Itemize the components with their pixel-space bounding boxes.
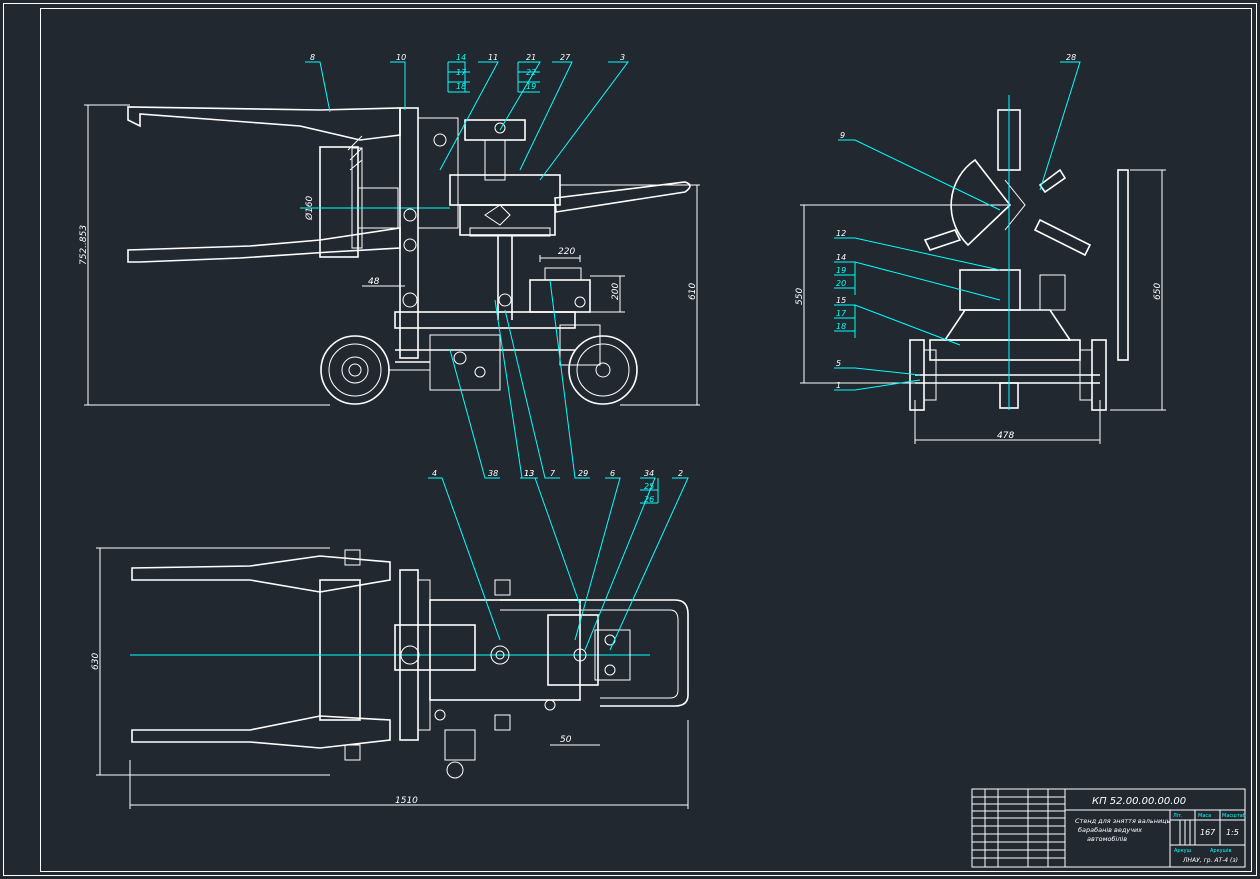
callout-10: 10: [396, 53, 406, 62]
dim-side-610: 610: [688, 283, 698, 300]
dim-top-1510: 1510: [395, 796, 418, 806]
tb-scale: Масштаб: [1222, 813, 1246, 819]
dim-200: 200: [611, 283, 621, 300]
tb-lit: Літ.: [1173, 813, 1183, 819]
tb-sheet: Аркуш: [1174, 848, 1192, 854]
drawing-title-3: автомобілів: [1087, 835, 1127, 843]
dim-220: 220: [558, 247, 575, 257]
callout-1: 1: [836, 381, 841, 390]
tb-scale-val: 1:5: [1226, 828, 1239, 837]
callout-34: 34: [644, 469, 654, 478]
drawing-title-2: барабанів ведучих: [1078, 826, 1142, 834]
callout-22: 22: [526, 68, 536, 77]
callout-21: 21: [526, 53, 536, 62]
title-block: КП 52.00.00.00.00 Стенд для зняття вальн…: [971, 788, 1246, 868]
side-view: 752..853 610 220 200 Ø160 48 8 10 14 17 …: [79, 53, 700, 479]
dim-front-650: 650: [1153, 283, 1163, 300]
callout-17f: 17: [836, 309, 847, 318]
top-view: 630 1510 50 4 13 6 34 2 25 26: [91, 469, 689, 809]
callout-9: 9: [840, 131, 845, 140]
dim-top-630: 630: [91, 653, 101, 670]
callout-20: 20: [836, 279, 846, 288]
callout-6: 6: [610, 469, 615, 478]
dim-side-height: 752..853: [79, 225, 89, 265]
callout-14: 14: [456, 53, 466, 62]
tb-mass: Маса: [1198, 813, 1211, 819]
tb-org: ЛНАУ, гр. АТ-4 (з): [1182, 857, 1238, 864]
callout-18f: 18: [836, 322, 846, 331]
callout-19: 19: [526, 82, 536, 91]
callout-28: 28: [1066, 53, 1076, 62]
callout-2: 2: [678, 469, 683, 478]
dim-front-478: 478: [997, 431, 1014, 441]
callout-14f: 14: [836, 253, 846, 262]
callout-27: 27: [560, 53, 571, 62]
callout-26: 26: [644, 495, 654, 504]
callout-17: 17: [456, 68, 467, 77]
front-view: 550 650 478 28 9 12 14 19 20 15 17 18 5 …: [795, 53, 1166, 444]
tb-mass-val: 167: [1200, 828, 1216, 837]
dim-top-50: 50: [560, 735, 572, 745]
drawing-title-1: Стенд для зняття вальниць: [1075, 817, 1171, 825]
callout-3: 3: [620, 53, 625, 62]
drawing-code: КП 52.00.00.00.00: [1092, 796, 1186, 807]
drawing-sheet: 752..853 610 220 200 Ø160 48 8 10 14 17 …: [3, 3, 1257, 876]
callout-12: 12: [836, 229, 846, 238]
callout-15: 15: [836, 296, 846, 305]
callout-8: 8: [310, 53, 315, 62]
callout-13t: 13: [524, 469, 534, 478]
dim-front-550: 550: [795, 288, 805, 305]
dim-dia160: Ø160: [304, 195, 315, 221]
callout-11: 11: [488, 53, 498, 62]
callout-18: 18: [456, 82, 466, 91]
callout-5: 5: [836, 359, 841, 368]
callout-25: 25: [644, 482, 654, 491]
callout-7: 7: [550, 469, 556, 478]
callout-38: 38: [488, 469, 498, 478]
callout-4: 4: [432, 469, 437, 478]
callout-19f: 19: [836, 266, 846, 275]
tb-sheets: Аркушів: [1210, 848, 1232, 854]
callout-29: 29: [578, 469, 588, 478]
